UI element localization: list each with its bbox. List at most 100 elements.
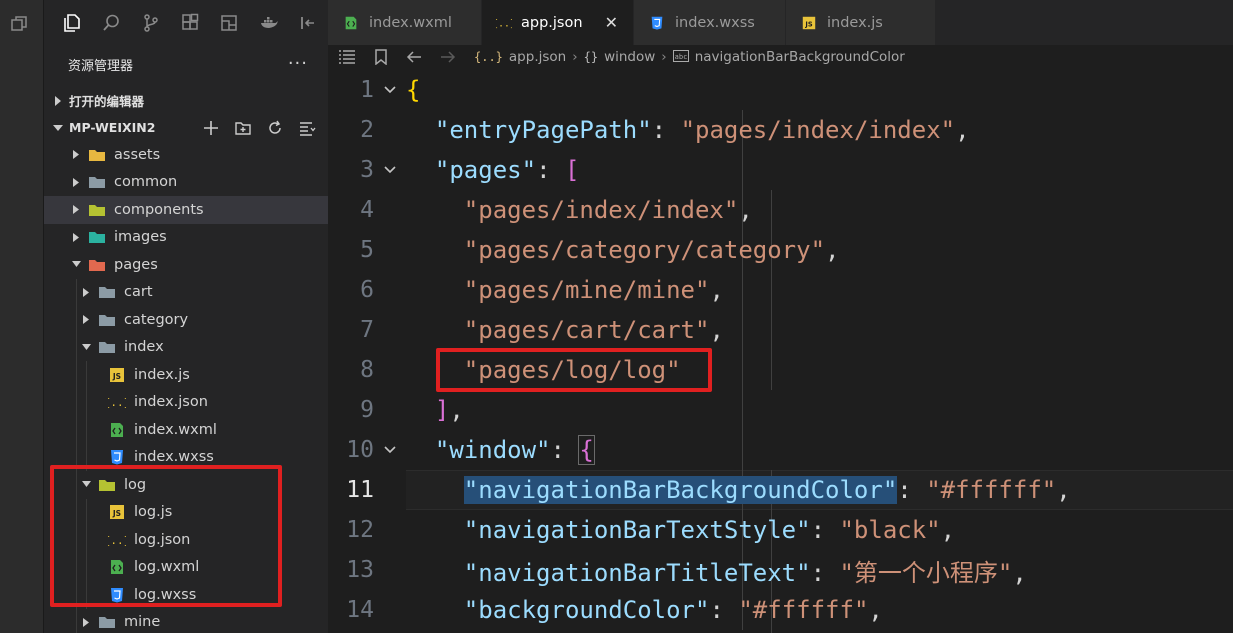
chevron-right-icon xyxy=(80,287,92,297)
tab-label: app.json xyxy=(521,14,583,31)
json-string: "#ffffff" xyxy=(738,596,869,624)
pages-tab[interactable] xyxy=(210,0,249,46)
open-editors-label: 打开的编辑器 xyxy=(69,94,145,109)
extensions-tab[interactable] xyxy=(170,0,209,46)
forward-arrow-icon[interactable] xyxy=(440,50,456,64)
close-icon[interactable]: ✕ xyxy=(605,13,618,32)
collapse-panel-icon xyxy=(301,17,315,29)
code-line: 12 "navigationBarTextStyle": "black", xyxy=(328,510,1233,550)
outline-icon[interactable] xyxy=(338,50,356,64)
fold-chevron-icon[interactable] xyxy=(374,86,406,94)
comma: , xyxy=(955,116,970,144)
code-line: 4 "pages/index/index", xyxy=(328,190,1233,230)
colon: : xyxy=(897,476,927,504)
comma: , xyxy=(1012,558,1027,587)
line-number: 12 xyxy=(346,517,374,543)
tree-item-label: index.wxss xyxy=(134,449,214,466)
bookmark-icon[interactable] xyxy=(374,49,388,65)
folder-icon xyxy=(98,312,116,328)
line-number: 11 xyxy=(346,477,374,503)
tree-file[interactable]: index.wxml xyxy=(44,416,328,444)
editor-tab[interactable]: index.wxml xyxy=(328,0,482,45)
svg-text:JS: JS xyxy=(804,20,812,28)
code-line: 2 "entryPagePath": "pages/index/index", xyxy=(328,110,1233,150)
new-folder-icon[interactable] xyxy=(234,119,252,137)
tree-folder[interactable]: index xyxy=(44,333,328,361)
source-control-tab[interactable] xyxy=(131,0,170,46)
folder-icon xyxy=(88,202,106,218)
json-string: "black" xyxy=(839,516,941,544)
new-file-icon[interactable] xyxy=(202,119,220,137)
chevron-right-icon xyxy=(70,177,82,187)
tree-item-label: index.js xyxy=(134,366,190,383)
editor-tab[interactable]: JS index.js xyxy=(786,0,936,45)
json-file-icon: {..} xyxy=(108,394,126,410)
comma: , xyxy=(940,516,956,544)
code-line: 5 "pages/category/category", xyxy=(328,230,1233,270)
json-string: "pages/index/index" xyxy=(680,116,956,144)
chevron-right-icon xyxy=(80,315,92,325)
breadcrumb-file[interactable]: app.json xyxy=(509,49,566,65)
code-line: 3 "pages": [ xyxy=(328,150,1233,190)
json-key: "navigationBarTitleText" xyxy=(463,558,811,587)
tree-folder[interactable]: images xyxy=(44,224,328,252)
project-section[interactable]: MP-WEIXIN2 xyxy=(44,114,328,141)
tree-folder[interactable]: cart xyxy=(44,278,328,306)
chevron-down-icon xyxy=(51,124,65,132)
breadcrumb-separator: › xyxy=(661,49,667,65)
tree-folder[interactable]: assets xyxy=(44,141,328,169)
tree-folder[interactable]: category xyxy=(44,306,328,334)
tree-item-label: common xyxy=(114,174,178,191)
more-actions-button[interactable]: ··· xyxy=(288,55,308,73)
code-area[interactable]: 1 { 2 "entryPagePath": "pages/index/inde… xyxy=(328,70,1233,633)
fold-chevron-icon[interactable] xyxy=(374,446,406,454)
collapse-all-icon[interactable] xyxy=(298,119,316,137)
breadcrumb-object[interactable]: window xyxy=(604,49,655,65)
tree-item-label: index.wxml xyxy=(134,421,217,438)
json-string: "pages/index/index" xyxy=(463,196,739,224)
colon: : xyxy=(810,516,840,544)
page-layout-icon xyxy=(221,15,238,31)
back-arrow-icon[interactable] xyxy=(406,50,422,64)
docker-tab[interactable] xyxy=(249,0,288,46)
tree-folder[interactable]: pages xyxy=(44,251,328,279)
tree-folder[interactable]: mine xyxy=(44,608,328,633)
svg-text:{..}: {..} xyxy=(108,396,126,409)
chevron-right-icon xyxy=(51,95,65,106)
tab-label: index.wxml xyxy=(369,14,452,31)
bracket: [ xyxy=(564,156,580,184)
explorer-tab[interactable] xyxy=(52,0,91,46)
restore-window-icon[interactable] xyxy=(9,14,29,34)
comma: , xyxy=(868,596,883,624)
folder-icon xyxy=(98,339,116,355)
tree-item-label: index xyxy=(124,339,164,356)
breadcrumb-property[interactable]: navigationBarBackgroundColor xyxy=(695,49,905,65)
fold-chevron-icon[interactable] xyxy=(374,166,406,174)
search-tab[interactable] xyxy=(91,0,130,46)
breadcrumb: {..} app.json › {} window › abc navigati… xyxy=(328,45,1233,69)
json-key-selected: "navigationBarBackgroundColor" xyxy=(463,476,898,504)
tree-folder[interactable]: components xyxy=(44,196,328,224)
line-number: 1 xyxy=(360,77,374,103)
code-line: 14 "backgroundColor": "#ffffff", xyxy=(328,590,1233,630)
tree-file[interactable]: {..} index.json xyxy=(44,388,328,416)
tree-file[interactable]: JS index.js xyxy=(44,361,328,389)
tree-item-label: components xyxy=(114,201,204,218)
timeline-tab[interactable] xyxy=(289,0,328,46)
chevron-right-icon xyxy=(70,205,82,215)
comma: , xyxy=(449,396,464,424)
code-line: 9 ], xyxy=(328,390,1233,430)
code-editor: index.wxml {..} app.json ✕ index.wxss JS index… xyxy=(328,0,1233,633)
refresh-icon[interactable] xyxy=(266,119,284,137)
open-editors-section[interactable]: 打开的编辑器 xyxy=(44,87,328,114)
comma: , xyxy=(709,316,724,344)
explorer-title: 资源管理器 xyxy=(68,58,134,74)
brace: { xyxy=(406,76,421,104)
json-key: "entryPagePath" xyxy=(434,116,652,144)
chevron-down-icon xyxy=(80,343,92,351)
editor-tab[interactable]: index.wxss xyxy=(634,0,786,45)
editor-tab[interactable]: {..} app.json ✕ xyxy=(482,0,634,45)
breadcrumb-separator: › xyxy=(572,49,578,65)
tree-folder[interactable]: common xyxy=(44,169,328,197)
folder-icon xyxy=(98,614,116,630)
